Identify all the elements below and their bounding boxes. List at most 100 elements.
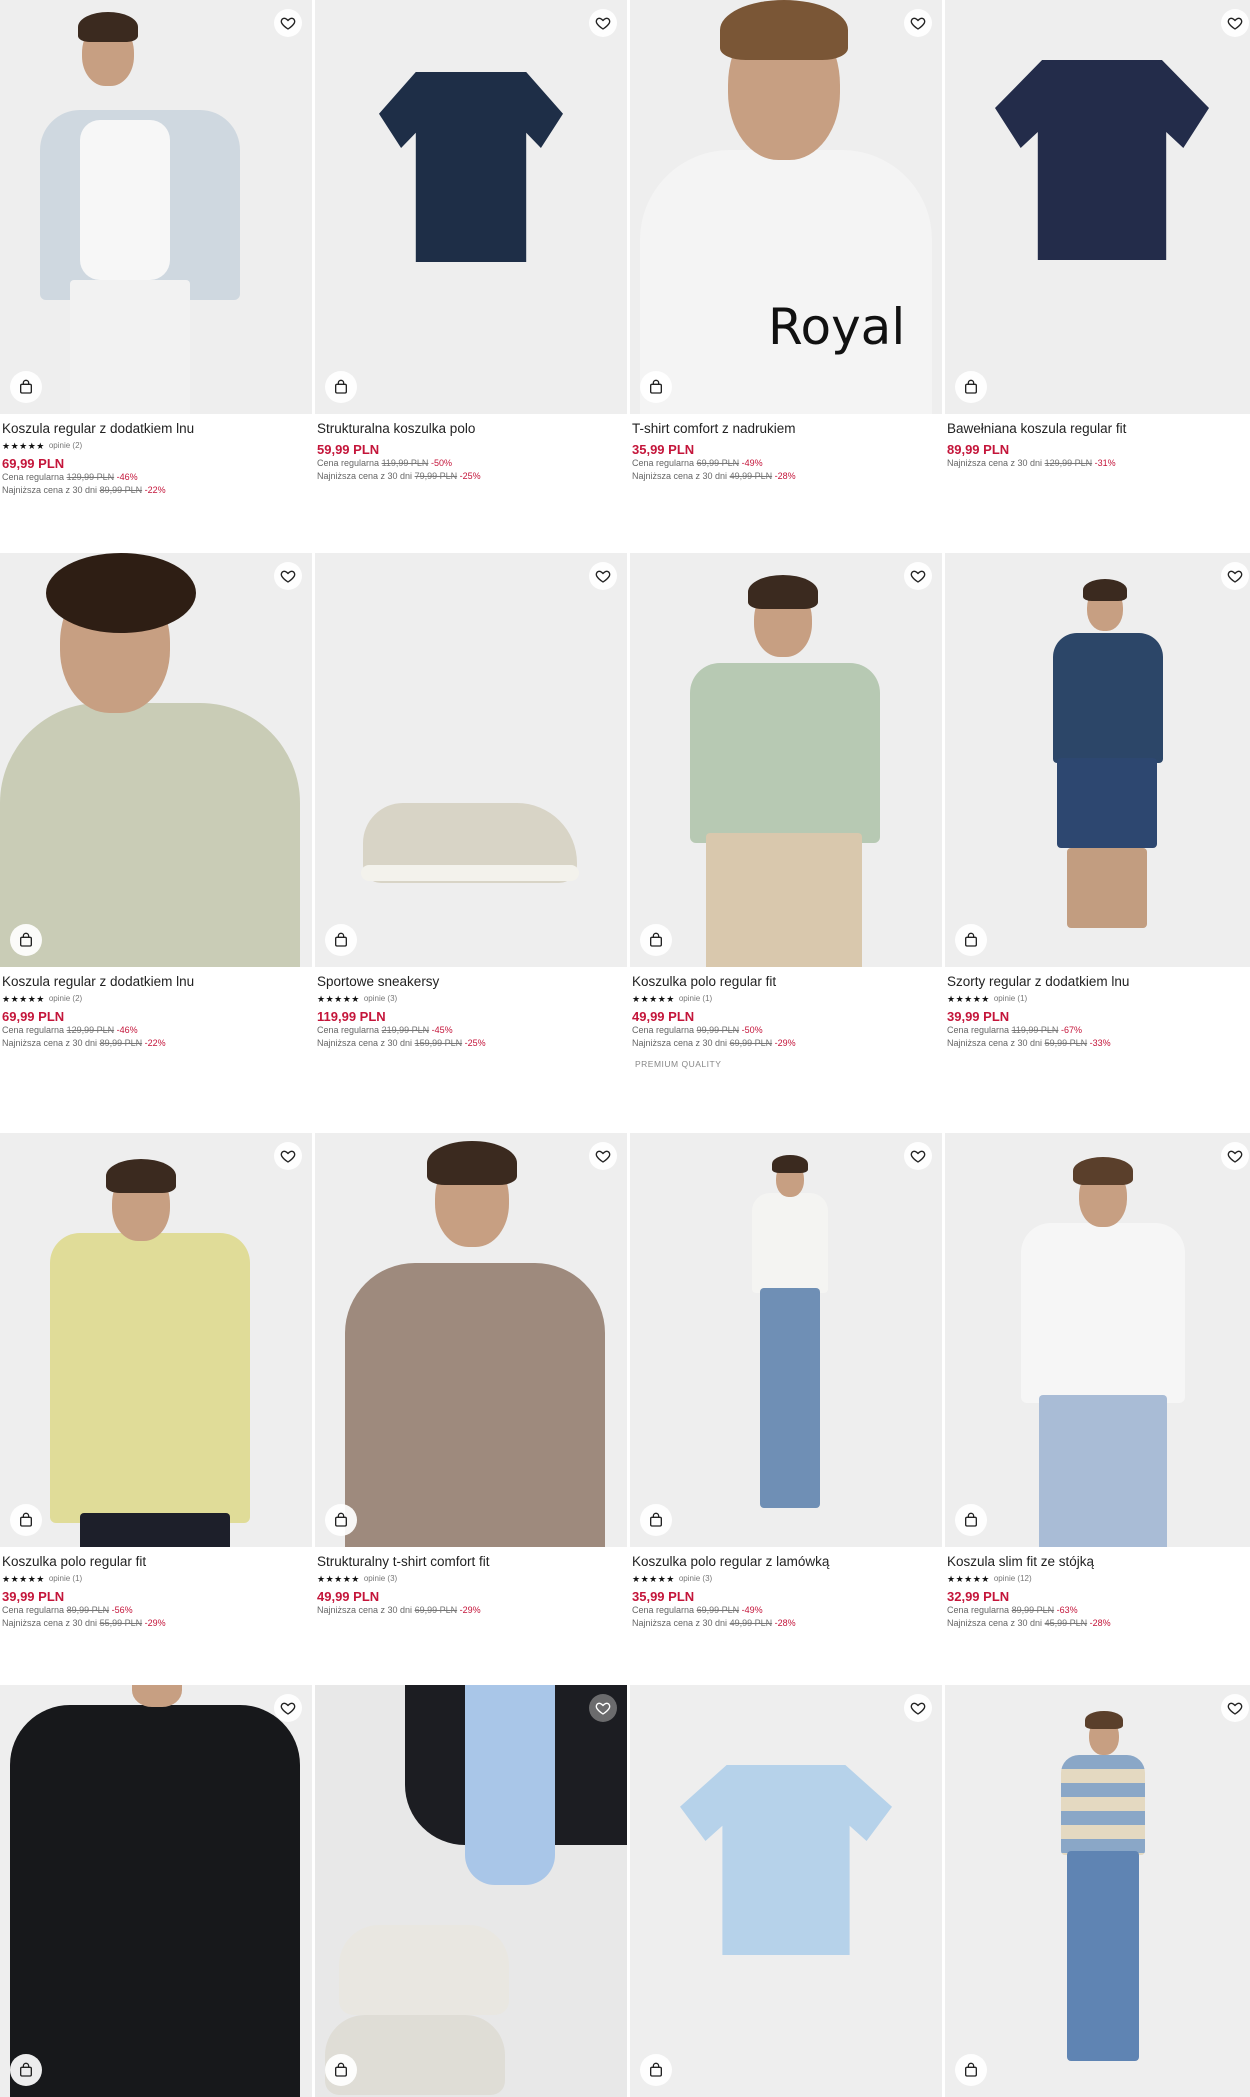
review-count[interactable]: opinie (1): [679, 994, 712, 1003]
product-name[interactable]: Koszula slim fit ze stójką: [947, 1554, 1250, 1570]
add-to-bag-button[interactable]: [640, 1504, 672, 1536]
product-image[interactable]: [945, 1133, 1250, 1547]
lowest-price: Najniższa cena z 30 dni 49,99 PLN -28%: [632, 1618, 796, 1628]
product-image[interactable]: [0, 553, 312, 967]
product-image[interactable]: [945, 553, 1250, 967]
add-to-bag-button[interactable]: [325, 371, 357, 403]
shopping-bag-icon: [650, 379, 662, 394]
add-to-bag-button[interactable]: [10, 2054, 42, 2086]
product-name[interactable]: T-shirt comfort z nadrukiem: [632, 421, 940, 437]
product-card[interactable]: Koszula regular z dodatkiem lnu ★★★★★ op…: [0, 553, 312, 1133]
add-to-bag-button[interactable]: [955, 2054, 987, 2086]
product-name[interactable]: Bawełniana koszula regular fit: [947, 421, 1250, 437]
product-card[interactable]: Royal T-shirt comfort z nadrukiem 35,99 …: [630, 0, 942, 553]
product-card[interactable]: [315, 1685, 627, 2097]
regular-price: Cena regularna 99,99 PLN -50%: [632, 1025, 763, 1035]
product-name[interactable]: Koszulka polo regular fit: [2, 1554, 310, 1570]
product-image[interactable]: Royal: [630, 0, 942, 414]
product-card[interactable]: Koszulka polo regular fit ★★★★★ opinie (…: [0, 1133, 312, 1685]
add-to-bag-button[interactable]: [955, 924, 987, 956]
product-card[interactable]: Koszula regular z dodatkiem lnu ★★★★★ op…: [0, 0, 312, 553]
add-to-bag-button[interactable]: [640, 371, 672, 403]
favorite-button[interactable]: [904, 562, 932, 590]
favorite-button[interactable]: [589, 9, 617, 37]
product-name[interactable]: Koszulka polo regular z lamówką: [632, 1554, 940, 1570]
add-to-bag-button[interactable]: [10, 1504, 42, 1536]
product-card[interactable]: [630, 1685, 942, 2097]
favorite-button[interactable]: [274, 9, 302, 37]
product-name[interactable]: Sportowe sneakersy: [317, 974, 625, 990]
product-card[interactable]: Koszulka polo regular z lamówką ★★★★★ op…: [630, 1133, 942, 1685]
product-name[interactable]: Koszulka polo regular fit: [632, 974, 940, 990]
product-name[interactable]: Koszula regular z dodatkiem lnu: [2, 974, 310, 990]
product-card[interactable]: Koszula slim fit ze stójką ★★★★★ opinie …: [945, 1133, 1250, 1685]
review-count[interactable]: opinie (3): [364, 1574, 397, 1583]
add-to-bag-button[interactable]: [325, 924, 357, 956]
favorite-button[interactable]: [274, 562, 302, 590]
product-name[interactable]: Szorty regular z dodatkiem lnu: [947, 974, 1250, 990]
add-to-bag-button[interactable]: [10, 924, 42, 956]
review-count[interactable]: opinie (1): [994, 994, 1027, 1003]
product-card[interactable]: Koszulka polo regular fit ★★★★★ opinie (…: [630, 553, 942, 1133]
product-rating: ★★★★★ opinie (1): [947, 993, 1250, 1004]
product-price: 39,99 PLN: [947, 1009, 1010, 1024]
product-image[interactable]: [315, 1133, 627, 1547]
add-to-bag-button[interactable]: [10, 371, 42, 403]
add-to-bag-button[interactable]: [955, 1504, 987, 1536]
favorite-button[interactable]: [904, 9, 932, 37]
review-count[interactable]: opinie (1): [49, 1574, 82, 1583]
favorite-button[interactable]: [589, 562, 617, 590]
add-to-bag-button[interactable]: [325, 1504, 357, 1536]
favorite-button[interactable]: [274, 1142, 302, 1170]
add-to-bag-button[interactable]: [640, 924, 672, 956]
heart-icon: [910, 17, 926, 30]
product-image[interactable]: [630, 1685, 942, 2097]
review-count[interactable]: opinie (3): [364, 994, 397, 1003]
product-card[interactable]: Sportowe sneakersy ★★★★★ opinie (3) 119,…: [315, 553, 627, 1133]
add-to-bag-button[interactable]: [640, 2054, 672, 2086]
product-image[interactable]: [0, 1685, 312, 2097]
favorite-button[interactable]: [274, 1694, 302, 1722]
heart-icon: [280, 570, 296, 583]
product-card[interactable]: [945, 1685, 1250, 2097]
review-count[interactable]: opinie (3): [679, 1574, 712, 1583]
product-image[interactable]: [0, 0, 312, 414]
review-count[interactable]: opinie (2): [49, 994, 82, 1003]
product-name[interactable]: Koszula regular z dodatkiem lnu: [2, 421, 310, 437]
favorite-button[interactable]: [904, 1694, 932, 1722]
product-card[interactable]: [0, 1685, 312, 2097]
review-count[interactable]: opinie (12): [994, 1574, 1032, 1583]
lowest-price: Najniższa cena z 30 dni 69,99 PLN -29%: [632, 1038, 796, 1048]
star-icon: ★★★★★: [947, 1573, 990, 1584]
product-image[interactable]: [945, 0, 1250, 414]
favorite-button[interactable]: [1221, 1142, 1249, 1170]
add-to-bag-button[interactable]: [955, 371, 987, 403]
product-rating: ★★★★★ opinie (3): [317, 1573, 625, 1584]
lowest-price: Najniższa cena z 30 dni 55,99 PLN -29%: [2, 1618, 166, 1628]
product-card[interactable]: Strukturalna koszulka polo 59,99 PLN Cen…: [315, 0, 627, 553]
product-image[interactable]: [0, 1133, 312, 1547]
product-name[interactable]: Strukturalna koszulka polo: [317, 421, 625, 437]
product-image[interactable]: [630, 553, 942, 967]
product-image[interactable]: [315, 553, 627, 967]
product-card[interactable]: Szorty regular z dodatkiem lnu ★★★★★ opi…: [945, 553, 1250, 1133]
lowest-price: Najniższa cena z 30 dni 159,99 PLN -25%: [317, 1038, 486, 1048]
regular-price: Cena regularna 129,99 PLN -46%: [2, 1025, 138, 1035]
product-image[interactable]: [315, 1685, 627, 2097]
product-card[interactable]: Strukturalny t-shirt comfort fit ★★★★★ o…: [315, 1133, 627, 1685]
favorite-button[interactable]: [589, 1694, 617, 1722]
favorite-button[interactable]: [589, 1142, 617, 1170]
product-image[interactable]: [630, 1133, 942, 1547]
product-rating: ★★★★★ opinie (1): [2, 1573, 310, 1584]
add-to-bag-button[interactable]: [325, 2054, 357, 2086]
product-card[interactable]: Bawełniana koszula regular fit 89,99 PLN…: [945, 0, 1250, 553]
favorite-button[interactable]: [1221, 562, 1249, 590]
product-image[interactable]: [315, 0, 627, 414]
favorite-button[interactable]: [904, 1142, 932, 1170]
heart-icon: [595, 1702, 611, 1715]
review-count[interactable]: opinie (2): [49, 441, 82, 450]
favorite-button[interactable]: [1221, 9, 1249, 37]
product-image[interactable]: [945, 1685, 1250, 2097]
product-name[interactable]: Strukturalny t-shirt comfort fit: [317, 1554, 625, 1570]
favorite-button[interactable]: [1221, 1694, 1249, 1722]
